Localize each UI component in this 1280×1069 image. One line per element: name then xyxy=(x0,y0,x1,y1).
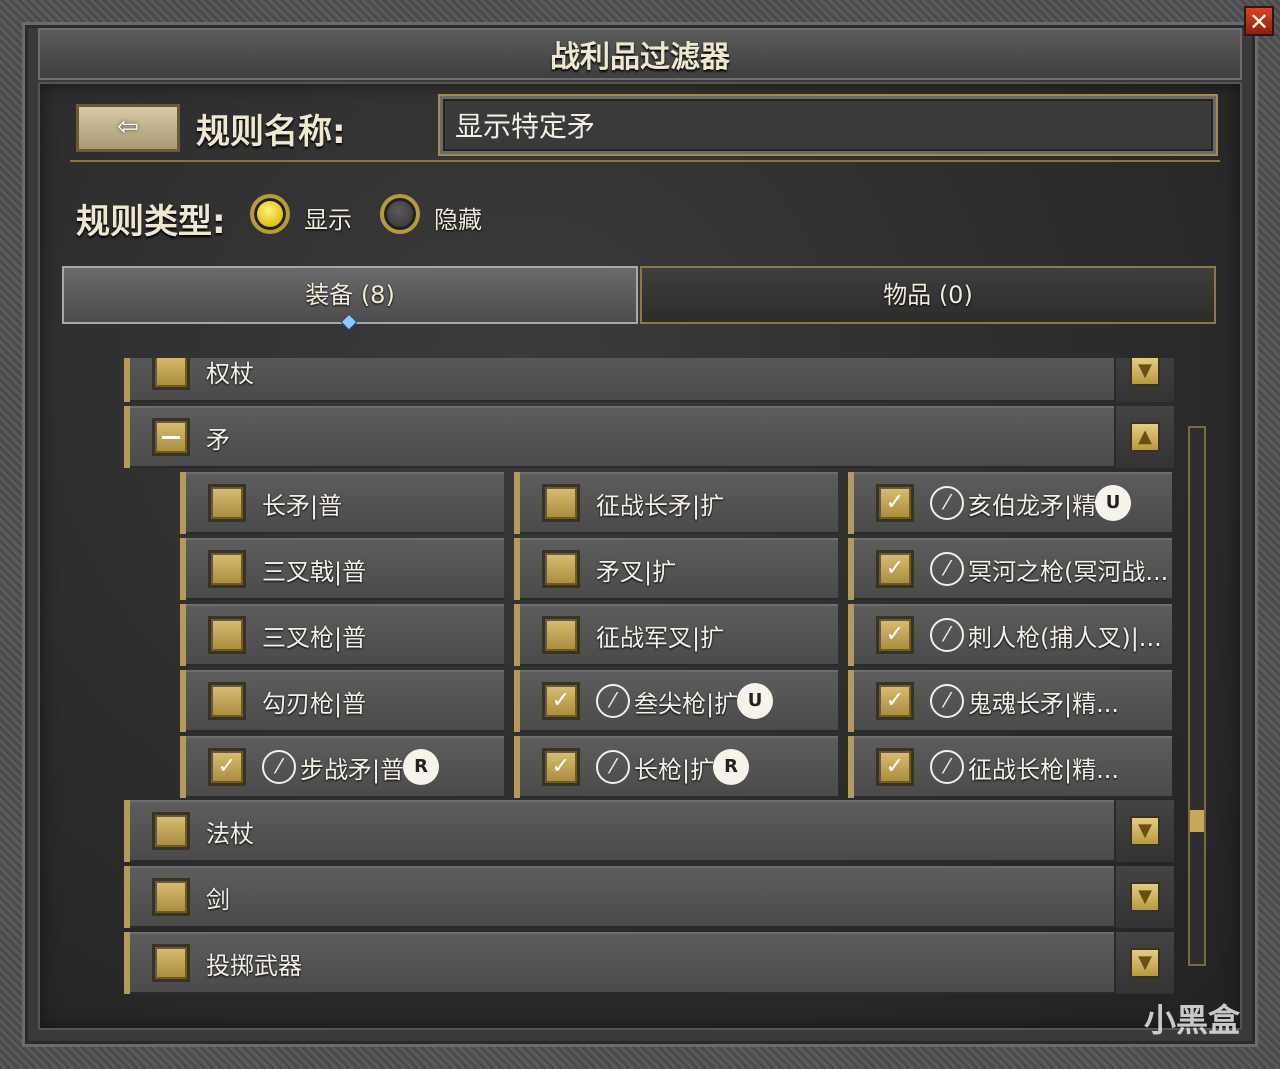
category-label: 权杖 xyxy=(206,360,254,388)
category-row-throwing[interactable]: 投掷武器 ▼ xyxy=(124,932,1174,994)
category-label: 矛 xyxy=(206,426,230,454)
no-sign-icon: ⁄ xyxy=(596,684,630,718)
spear-item-row[interactable]: ✓ ⁄ 征战长枪|精... xyxy=(848,736,1172,798)
no-sign-icon: ⁄ xyxy=(930,618,964,652)
item-checkbox-checked[interactable]: ✓ xyxy=(542,748,580,786)
no-sign-icon: ⁄ xyxy=(596,750,630,784)
rule-name-input[interactable] xyxy=(440,96,1216,154)
hide-radio-label: 隐藏 xyxy=(434,206,482,234)
spear-item-row[interactable]: 征战军叉|扩 xyxy=(514,604,838,666)
divider xyxy=(70,160,1220,162)
item-checkbox[interactable] xyxy=(542,616,580,654)
item-checkbox[interactable] xyxy=(542,550,580,588)
item-label: 三叉戟|普 xyxy=(262,558,367,586)
item-checkbox[interactable] xyxy=(208,682,246,720)
category-checkbox[interactable] xyxy=(152,358,190,390)
hide-radio[interactable] xyxy=(380,194,420,234)
spear-item-row[interactable]: ✓ ⁄ 鬼魂长矛|精... xyxy=(848,670,1172,732)
show-radio-label: 显示 xyxy=(304,206,352,234)
back-button[interactable]: ⇦ xyxy=(76,104,180,152)
category-row-staff[interactable]: 法杖 ▼ xyxy=(124,800,1174,862)
item-checkbox[interactable] xyxy=(208,484,246,522)
rare-badge-icon: R xyxy=(716,752,746,782)
item-label: 征战长矛|扩 xyxy=(596,492,725,520)
item-label: 刺人枪(捕人叉)|... xyxy=(968,624,1162,652)
item-label: 叁尖枪|扩 xyxy=(634,690,739,718)
scrollbar-track[interactable] xyxy=(1188,426,1206,966)
expand-button[interactable]: ▼ xyxy=(1114,866,1174,928)
spear-item-row[interactable]: 三叉戟|普 xyxy=(180,538,504,600)
tab-items[interactable]: 物品 (0) xyxy=(640,266,1216,324)
rule-type-label: 规则类型: xyxy=(76,202,226,242)
spear-item-row[interactable]: ✓ ⁄ 亥伯龙矛|精 U xyxy=(848,472,1172,534)
spear-item-row[interactable]: ✓ ⁄ 长枪|扩 R xyxy=(514,736,838,798)
spear-item-row[interactable]: ✓ ⁄ 刺人枪(捕人叉)|... xyxy=(848,604,1172,666)
item-label: 征战长枪|精... xyxy=(968,756,1119,784)
collapse-button[interactable]: ▲ xyxy=(1114,406,1174,468)
item-label: 步战矛|普 xyxy=(300,756,405,784)
item-label: 鬼魂长矛|精... xyxy=(968,690,1119,718)
chevron-down-icon: ▼ xyxy=(1130,816,1160,846)
category-list: 权杖 ▼ 矛 ▲ 长矛|普 征战长矛|扩 ✓ ⁄ 亥伯龙矛|精 U 三叉戟|普 矛叉|扩 ✓ ⁄ 冥… xyxy=(124,358,1174,998)
spear-item-row[interactable]: ✓ ⁄ 步战矛|普 R xyxy=(180,736,504,798)
item-checkbox-checked[interactable]: ✓ xyxy=(876,748,914,786)
category-checkbox[interactable] xyxy=(152,878,190,916)
no-sign-icon: ⁄ xyxy=(930,552,964,586)
window-title: 战利品过滤器 xyxy=(550,40,730,75)
close-button[interactable]: ✕ xyxy=(1244,6,1274,36)
spear-item-row[interactable]: 勾刃枪|普 xyxy=(180,670,504,732)
spear-item-row[interactable]: ✓ ⁄ 冥河之枪(冥河战... xyxy=(848,538,1172,600)
item-label: 冥河之枪(冥河战... xyxy=(968,558,1169,586)
spear-item-row[interactable]: 矛叉|扩 xyxy=(514,538,838,600)
item-checkbox-checked[interactable]: ✓ xyxy=(876,484,914,522)
item-checkbox[interactable] xyxy=(208,550,246,588)
no-sign-icon: ⁄ xyxy=(262,750,296,784)
spear-item-row[interactable]: 长矛|普 xyxy=(180,472,504,534)
chevron-down-icon: ▼ xyxy=(1130,882,1160,912)
category-label: 投掷武器 xyxy=(206,952,302,980)
category-row-spear[interactable]: 矛 ▲ xyxy=(124,406,1174,468)
item-label: 长枪|扩 xyxy=(634,756,715,784)
unique-badge-icon: U xyxy=(1098,488,1128,518)
item-label: 亥伯龙矛|精 xyxy=(968,492,1097,520)
scrollbar-thumb[interactable] xyxy=(1190,810,1204,832)
expand-button[interactable]: ▼ xyxy=(1114,800,1174,862)
item-checkbox[interactable] xyxy=(542,484,580,522)
item-label: 征战军叉|扩 xyxy=(596,624,725,652)
watermark: 小黑盒 xyxy=(1143,1001,1240,1039)
category-row-sword[interactable]: 剑 ▼ xyxy=(124,866,1174,928)
item-label: 矛叉|扩 xyxy=(596,558,677,586)
category-checkbox-partial[interactable] xyxy=(152,418,190,456)
category-row-scepter[interactable]: 权杖 ▼ xyxy=(124,358,1174,402)
rare-badge-icon: R xyxy=(406,752,436,782)
chevron-down-icon: ▼ xyxy=(1130,358,1160,386)
show-radio[interactable] xyxy=(250,194,290,234)
unique-badge-icon: U xyxy=(740,686,770,716)
item-label: 长矛|普 xyxy=(262,492,343,520)
item-checkbox-checked[interactable]: ✓ xyxy=(876,550,914,588)
no-sign-icon: ⁄ xyxy=(930,486,964,520)
expand-button[interactable]: ▼ xyxy=(1114,932,1174,994)
category-checkbox[interactable] xyxy=(152,944,190,982)
item-checkbox[interactable] xyxy=(208,616,246,654)
item-checkbox-checked[interactable]: ✓ xyxy=(542,682,580,720)
no-sign-icon: ⁄ xyxy=(930,750,964,784)
item-label: 勾刃枪|普 xyxy=(262,690,367,718)
no-sign-icon: ⁄ xyxy=(930,684,964,718)
category-label: 剑 xyxy=(206,886,230,914)
item-checkbox-checked[interactable]: ✓ xyxy=(876,616,914,654)
chevron-down-icon: ▼ xyxy=(1130,948,1160,978)
spear-item-row[interactable]: 征战长矛|扩 xyxy=(514,472,838,534)
item-label: 三叉枪|普 xyxy=(262,624,367,652)
item-checkbox-checked[interactable]: ✓ xyxy=(876,682,914,720)
item-checkbox-checked[interactable]: ✓ xyxy=(208,748,246,786)
rule-name-label: 规则名称: xyxy=(196,112,346,152)
chevron-up-icon: ▲ xyxy=(1130,422,1160,452)
category-label: 法杖 xyxy=(206,820,254,848)
category-checkbox[interactable] xyxy=(152,812,190,850)
spear-item-row[interactable]: 三叉枪|普 xyxy=(180,604,504,666)
spear-item-row[interactable]: ✓ ⁄ 叁尖枪|扩 U xyxy=(514,670,838,732)
expand-button[interactable]: ▼ xyxy=(1114,358,1174,402)
